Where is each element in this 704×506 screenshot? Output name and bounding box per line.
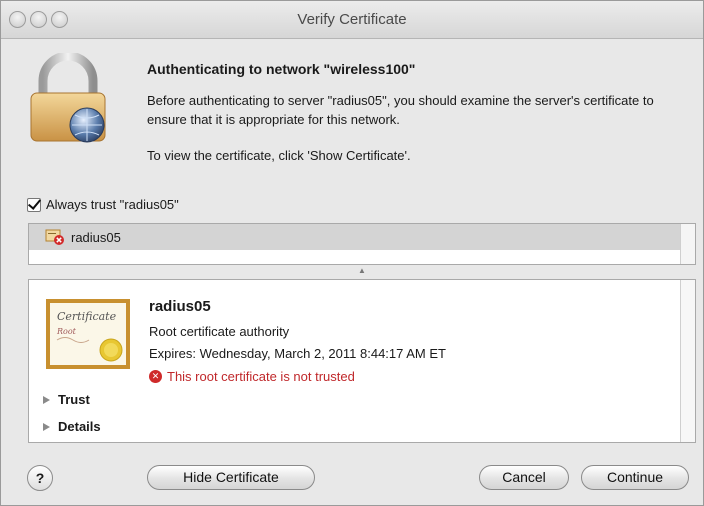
- verify-certificate-dialog: Verify Certificate Authenticating to net…: [0, 0, 704, 506]
- always-trust-checkbox-row[interactable]: Always trust "radius05": [27, 197, 179, 212]
- certificate-expiry: Expires: Wednesday, March 2, 2011 8:44:1…: [149, 346, 446, 361]
- details-section-label: Details: [58, 419, 101, 434]
- error-icon: ✕: [149, 370, 162, 383]
- hide-certificate-button[interactable]: Hide Certificate: [147, 465, 315, 490]
- message-heading: Authenticating to network "wireless100": [147, 61, 416, 77]
- trust-disclosure[interactable]: Trust: [43, 392, 90, 407]
- certificate-name: radius05: [149, 298, 211, 315]
- certificate-list: radius05: [28, 223, 696, 265]
- always-trust-label: Always trust "radius05": [46, 197, 179, 212]
- disclosure-triangle-icon[interactable]: [43, 395, 50, 404]
- cancel-button[interactable]: Cancel: [479, 465, 569, 490]
- certificate-image-title: Certificate: [57, 310, 117, 323]
- untrusted-cert-icon: [45, 229, 64, 245]
- list-item-label: radius05: [71, 229, 121, 245]
- certificate-type: Root certificate authority: [149, 324, 290, 339]
- window-title: Verify Certificate: [297, 11, 407, 28]
- title-bar: Verify Certificate: [1, 1, 703, 39]
- detail-scrollbar[interactable]: [680, 280, 695, 442]
- message-hint: To view the certificate, click 'Show Cer…: [147, 148, 411, 163]
- certificate-image-subtitle: Root: [56, 327, 77, 336]
- trust-section-label: Trust: [58, 392, 90, 407]
- message-body: Before authenticating to server "radius0…: [147, 93, 654, 127]
- list-scrollbar[interactable]: [680, 224, 695, 264]
- certificate-image-icon: Certificate Root: [46, 299, 130, 369]
- certificate-detail-panel: Certificate Root radius05 Root certifica…: [28, 279, 696, 443]
- help-button[interactable]: ?: [27, 465, 53, 491]
- splitter-handle[interactable]: ▲: [28, 265, 696, 277]
- certificate-warning-text: This root certificate is not trusted: [167, 369, 355, 384]
- list-item[interactable]: radius05: [29, 224, 695, 250]
- lock-icon: [30, 53, 106, 143]
- certificate-warning: ✕ This root certificate is not trusted: [149, 369, 355, 384]
- details-disclosure[interactable]: Details: [43, 419, 101, 434]
- disclosure-triangle-icon[interactable]: [43, 422, 50, 431]
- continue-button[interactable]: Continue: [581, 465, 689, 490]
- always-trust-checkbox[interactable]: [27, 197, 41, 212]
